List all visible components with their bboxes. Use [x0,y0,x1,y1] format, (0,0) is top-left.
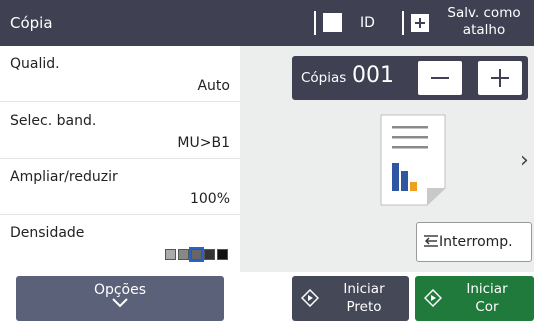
density-cell [217,249,228,260]
options-button[interactable]: Opções [16,276,224,321]
chevron-down-icon [112,298,128,308]
setting-value: MU>B1 [177,135,230,151]
settings-list: Qualid. Auto Selec. band. MU>B1 Ampliar/… [0,46,240,272]
copies-control: Cópias 001 [292,56,528,100]
copies-label: Cópias [301,70,347,86]
next-arrow-icon[interactable]: › [520,150,529,172]
density-cell [178,249,189,260]
start-color-label: Iniciar Cor [449,280,525,316]
save-shortcut-label: Salv. como atalho [438,5,530,39]
density-level-indicator [165,247,228,262]
setting-quality[interactable]: Qualid. Auto [0,46,240,102]
setting-label: Qualid. [10,56,60,72]
setting-value: Auto [197,78,230,94]
id-copy-button[interactable]: ID [314,0,402,46]
density-cell [165,249,176,260]
copies-count[interactable]: 001 [352,63,394,88]
page-title: Cópia [10,14,53,32]
setting-enlarge-reduce[interactable]: Ampliar/reduzir 100% [0,159,240,215]
plus-icon [411,14,429,32]
interrupt-icon [424,235,438,247]
start-color-line1: Iniciar [466,281,508,297]
setting-value: 100% [189,191,230,207]
density-cell-selected [189,247,204,262]
density-cell [204,249,215,260]
start-black-line2: Preto [346,299,382,315]
bottom-bar: Opções Iniciar Preto Iniciar Cor [0,272,534,321]
start-black-label: Iniciar Preto [326,280,402,316]
start-diamond-icon [301,289,319,307]
setting-density[interactable]: Densidade [0,215,240,271]
start-color-line2: Cor [475,299,499,315]
preview-panel: Cópias 001 › Interromp. [240,46,534,272]
document-preview-icon [380,114,446,206]
start-black-button[interactable]: Iniciar Preto [292,276,409,321]
start-diamond-icon [424,289,442,307]
decrease-copies-button[interactable] [418,61,462,95]
header-bar: Cópia ID Salv. como atalho [0,0,534,46]
increase-copies-button[interactable] [478,61,522,95]
save-shortcut-line2: atalho [462,22,506,38]
id-copy-label: ID [360,15,375,31]
setting-label: Densidade [10,225,85,241]
setting-tray-select[interactable]: Selec. band. MU>B1 [0,103,240,159]
start-black-line1: Iniciar [343,281,385,297]
setting-label: Selec. band. [10,113,97,129]
save-shortcut-button[interactable]: Salv. como atalho [402,0,534,46]
save-shortcut-line1: Salv. como [447,5,521,21]
start-color-button[interactable]: Iniciar Cor [415,276,534,321]
checkbox-icon[interactable] [323,13,342,32]
interrupt-label: Interromp. [439,234,513,250]
setting-label: Ampliar/reduzir [10,169,118,185]
minus-icon [431,77,449,79]
options-label: Opções [93,282,147,298]
interrupt-button[interactable]: Interromp. [416,222,532,262]
